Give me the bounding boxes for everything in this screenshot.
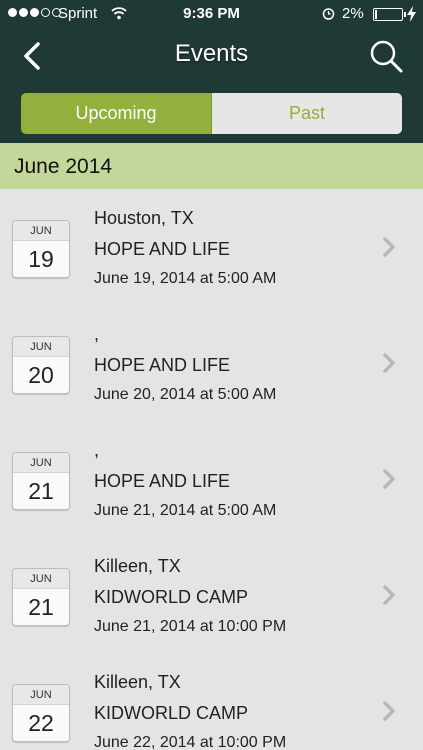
event-row[interactable]: JUN 22 Killeen, TX KIDWORLD CAMP June 22… [0,653,423,750]
badge-month: JUN [13,221,69,241]
segmented-control: Upcoming Past [21,93,402,134]
event-datetime: June 21, 2014 at 5:00 AM [94,502,277,519]
chevron-right-icon [383,237,395,257]
section-header: June 2014 [0,143,423,189]
chevron-right-icon [383,353,395,373]
event-location: Killeen, TX [94,556,181,576]
event-datetime: June 19, 2014 at 5:00 AM [94,270,277,287]
badge-day: 22 [28,710,54,736]
lightning-bolt-icon [407,6,416,22]
badge-month: JUN [13,685,69,705]
event-datetime: June 22, 2014 at 10:00 PM [94,734,287,750]
event-datetime: June 21, 2014 at 10:00 PM [94,618,287,635]
event-name: HOPE AND LIFE [94,471,231,491]
top-bar: Sprint 9:36 PM 2% Events Upcoming Past [0,0,423,143]
badge-month: JUN [13,569,69,589]
search-icon [370,40,403,73]
event-location: , [94,324,100,344]
chevron-right-icon [383,469,395,489]
battery-icon [373,8,406,21]
event-row[interactable]: JUN 19 Houston, TX HOPE AND LIFE June 19… [0,189,423,305]
tab-past[interactable]: Past [212,93,402,134]
page-title: Events [174,40,249,67]
badge-month: JUN [13,337,69,357]
event-row[interactable]: JUN 21 , HOPE AND LIFE June 21, 2014 at … [0,421,423,537]
events-list: JUN 19 Houston, TX HOPE AND LIFE June 19… [0,189,423,750]
tab-upcoming[interactable]: Upcoming [21,93,212,134]
section-title: June 2014 [14,155,113,178]
badge-day: 21 [28,478,54,504]
event-location: , [94,440,100,460]
event-name: HOPE AND LIFE [94,239,231,259]
chevron-right-icon [383,701,395,721]
battery-percent: 2% [342,5,364,22]
badge-day: 19 [28,246,54,272]
badge-day: 21 [28,594,54,620]
navigation-bar: Events [0,28,423,84]
event-name: KIDWORLD CAMP [94,587,249,607]
event-name: KIDWORLD CAMP [94,703,249,723]
back-button[interactable] [18,38,48,74]
calendar-date-badge: JUN 21 [12,452,70,510]
status-bar: Sprint 9:36 PM 2% [0,0,423,28]
badge-day: 20 [28,362,54,388]
event-row[interactable]: JUN 21 Killeen, TX KIDWORLD CAMP June 21… [0,537,423,653]
search-button[interactable] [366,36,406,76]
badge-month: JUN [13,453,69,473]
event-location: Houston, TX [94,208,194,228]
calendar-date-badge: JUN 19 [12,220,70,278]
calendar-date-badge: JUN 21 [12,568,70,626]
chevron-right-icon [383,585,395,605]
event-name: HOPE AND LIFE [94,355,231,375]
event-row[interactable]: JUN 20 , HOPE AND LIFE June 20, 2014 at … [0,305,423,421]
event-datetime: June 20, 2014 at 5:00 AM [94,386,277,403]
event-location: Killeen, TX [94,672,181,692]
calendar-date-badge: JUN 22 [12,684,70,742]
calendar-date-badge: JUN 20 [12,336,70,394]
alarm-clock-icon [322,8,335,20]
